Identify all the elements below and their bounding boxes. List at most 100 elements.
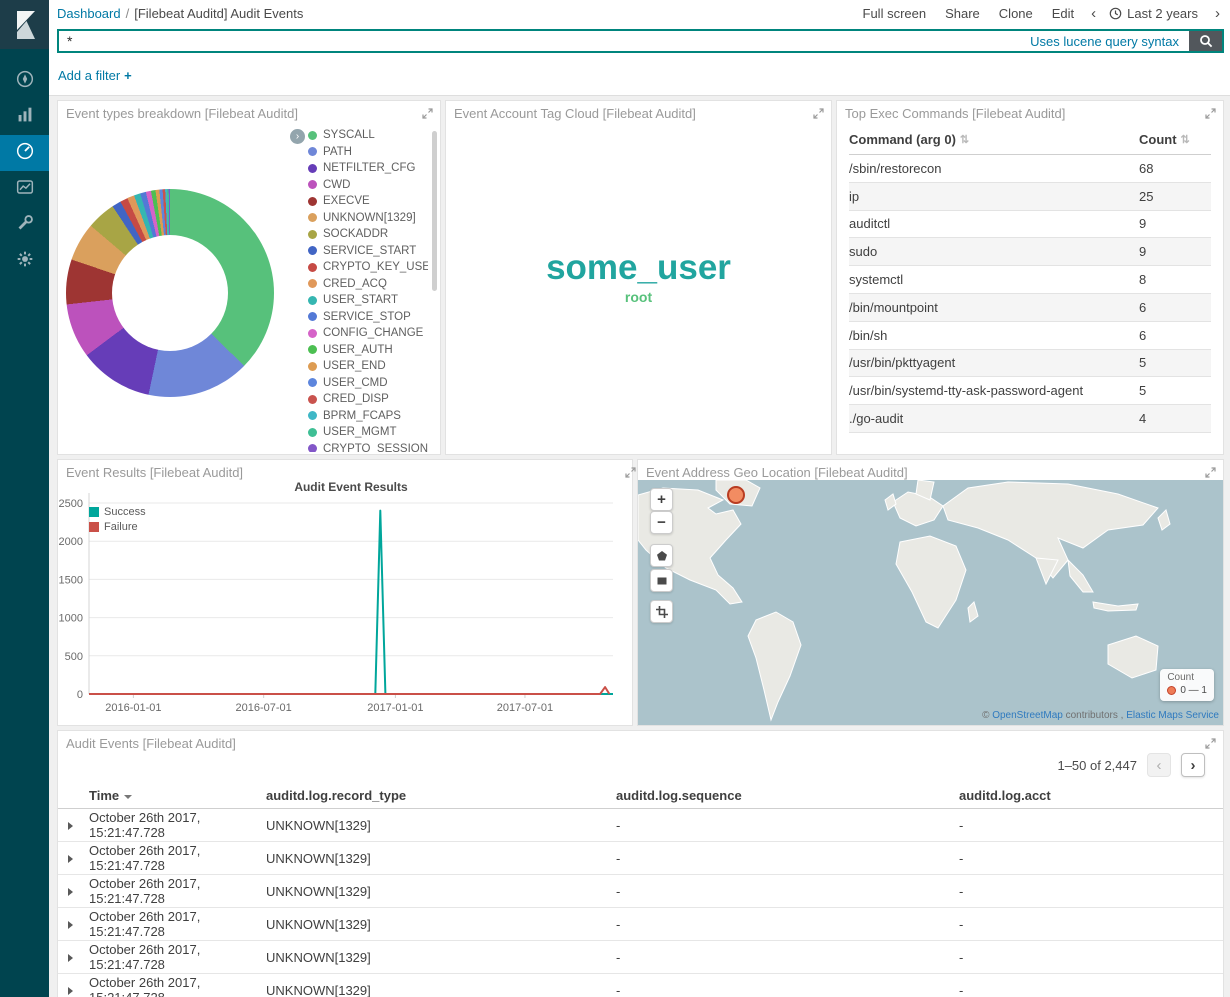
table-row[interactable]: October 26th 2017, 15:21:47.728UNKNOWN[1… [58, 875, 1223, 908]
legend-item[interactable]: CRED_DISP [308, 391, 428, 408]
management-gear-icon [14, 248, 36, 275]
acct-cell: - [959, 851, 1223, 866]
zoom-in-button[interactable]: + [650, 488, 673, 511]
map-land-madagascar [968, 602, 978, 622]
legend-toggle-button[interactable]: › [290, 129, 305, 144]
legend-swatch-icon [308, 329, 317, 338]
legend-item[interactable]: BPRM_FCAPS [308, 408, 428, 425]
crop-icon [656, 606, 668, 618]
legend-item[interactable]: EXECVE [308, 193, 428, 210]
legend-item[interactable]: PATH [308, 144, 428, 161]
expand-panel-icon[interactable] [422, 108, 433, 119]
legend-item[interactable]: CONFIG_CHANGE [308, 325, 428, 342]
draw-rectangle-tool-button[interactable] [650, 569, 673, 592]
legend-item[interactable]: SOCKADDR [308, 226, 428, 243]
expand-panel-icon[interactable] [1205, 108, 1216, 119]
sort-icon[interactable]: ⇅ [960, 133, 969, 146]
expand-row-caret-icon[interactable] [68, 822, 73, 830]
legend-item[interactable]: NETFILTER_CFG [308, 160, 428, 177]
sidebar-item-dev-tools[interactable] [0, 207, 49, 243]
sequence-cell: - [616, 950, 959, 965]
legend-item[interactable]: USER_START [308, 292, 428, 309]
search-button[interactable] [1189, 31, 1222, 51]
clone-button[interactable]: Clone [999, 6, 1033, 21]
column-header-record-type[interactable]: auditd.log.record_type [266, 788, 616, 803]
table-row[interactable]: October 26th 2017, 15:21:47.728UNKNOWN[1… [58, 941, 1223, 974]
sidebar-item-discover[interactable] [0, 63, 49, 99]
row-expand-cell [58, 851, 89, 866]
chart-legend-item[interactable]: Failure [89, 519, 146, 534]
table-row[interactable]: October 26th 2017, 15:21:47.728UNKNOWN[1… [58, 974, 1223, 997]
sidebar-item-dashboard[interactable] [0, 135, 49, 171]
time-back-button[interactable]: ‹ [1091, 6, 1096, 21]
legend-item[interactable]: SYSCALL [308, 127, 428, 144]
legend-item[interactable]: CRYPTO_KEY_USER [308, 259, 428, 276]
command-cell: /bin/sh [849, 328, 1139, 343]
pie-legend: SYSCALLPATHNETFILTER_CFGCWDEXECVEUNKNOWN… [308, 127, 428, 452]
expand-panel-icon[interactable] [813, 108, 824, 119]
legend-item[interactable]: USER_AUTH [308, 342, 428, 359]
add-filter-link[interactable]: Add a filter [58, 68, 120, 83]
expand-row-caret-icon[interactable] [68, 987, 73, 995]
table-row[interactable]: October 26th 2017, 15:21:47.728UNKNOWN[1… [58, 809, 1223, 842]
lucene-syntax-link[interactable]: Uses lucene query syntax [1030, 34, 1179, 49]
legend-item[interactable]: USER_MGMT [308, 424, 428, 441]
legend-label: CRYPTO_KEY_USER [323, 261, 428, 273]
legend-item[interactable]: USER_CMD [308, 375, 428, 392]
sidebar-item-management[interactable] [0, 243, 49, 279]
crop-bounds-tool-button[interactable] [650, 600, 673, 623]
expand-row-caret-icon[interactable] [68, 888, 73, 896]
expand-row-caret-icon[interactable] [68, 921, 73, 929]
previous-page-button[interactable]: ‹ [1147, 753, 1171, 777]
expand-panel-icon[interactable] [1205, 738, 1216, 749]
legend-item[interactable]: SERVICE_STOP [308, 309, 428, 326]
legend-item[interactable]: CWD [308, 177, 428, 194]
sort-icon[interactable]: ⇅ [1181, 133, 1190, 146]
timepicker-button[interactable]: Last 2 years [1109, 6, 1198, 21]
legend-label: CRED_DISP [323, 393, 389, 405]
legend-scrollbar[interactable] [432, 131, 437, 291]
table-row[interactable]: October 26th 2017, 15:21:47.728UNKNOWN[1… [58, 842, 1223, 875]
legend-item[interactable]: SERVICE_START [308, 243, 428, 260]
share-button[interactable]: Share [945, 6, 980, 21]
table-row[interactable]: October 26th 2017, 15:21:47.728UNKNOWN[1… [58, 908, 1223, 941]
time-cell: October 26th 2017, 15:21:47.728 [89, 843, 266, 873]
legend-swatch-icon [308, 444, 317, 452]
expand-row-caret-icon[interactable] [68, 954, 73, 962]
full-screen-button[interactable]: Full screen [863, 6, 927, 21]
openstreetmap-link[interactable]: OpenStreetMap [992, 710, 1063, 721]
column-header-acct[interactable]: auditd.log.acct [959, 788, 1223, 803]
edit-button[interactable]: Edit [1052, 6, 1074, 21]
count-cell: 6 [1139, 328, 1211, 343]
legend-label: USER_END [323, 360, 386, 372]
next-page-button[interactable]: › [1181, 753, 1205, 777]
sidebar-item-timelion[interactable] [0, 171, 49, 207]
add-filter-plus-icon[interactable]: + [124, 68, 132, 83]
tag[interactable]: root [625, 290, 652, 305]
column-header-command[interactable]: Command (arg 0) ⇅ [849, 132, 1139, 147]
svg-text:1500: 1500 [59, 574, 83, 586]
expand-row-caret-icon[interactable] [68, 855, 73, 863]
legend-item[interactable]: CRED_ACQ [308, 276, 428, 293]
column-header-count[interactable]: Count ⇅ [1139, 132, 1211, 147]
legend-item[interactable]: USER_END [308, 358, 428, 375]
kibana-logo[interactable] [0, 0, 49, 49]
breadcrumb-dashboard-link[interactable]: Dashboard [57, 6, 121, 21]
time-forward-button[interactable]: › [1215, 6, 1220, 21]
legend-item[interactable]: CRYPTO_SESSION [308, 441, 428, 453]
count-cell: 9 [1139, 244, 1211, 259]
search-query-input[interactable] [59, 33, 1030, 49]
draw-polygon-tool-button[interactable] [650, 544, 673, 567]
chart-legend-item[interactable]: Success [89, 504, 146, 519]
elastic-maps-service-link[interactable]: Elastic Maps Service [1126, 710, 1219, 721]
world-map[interactable]: + − Count 0 — 1 [638, 480, 1223, 725]
sidebar-item-visualize[interactable] [0, 99, 49, 135]
column-header-time[interactable]: Time [89, 788, 266, 803]
zoom-out-button[interactable]: − [650, 511, 673, 534]
donut-chart[interactable] [66, 189, 274, 397]
tag[interactable]: some_user [546, 250, 731, 287]
column-header-sequence[interactable]: auditd.log.sequence [616, 788, 959, 803]
expand-panel-icon[interactable] [1205, 467, 1216, 478]
legend-item[interactable]: UNKNOWN[1329] [308, 210, 428, 227]
svg-text:500: 500 [65, 651, 83, 663]
